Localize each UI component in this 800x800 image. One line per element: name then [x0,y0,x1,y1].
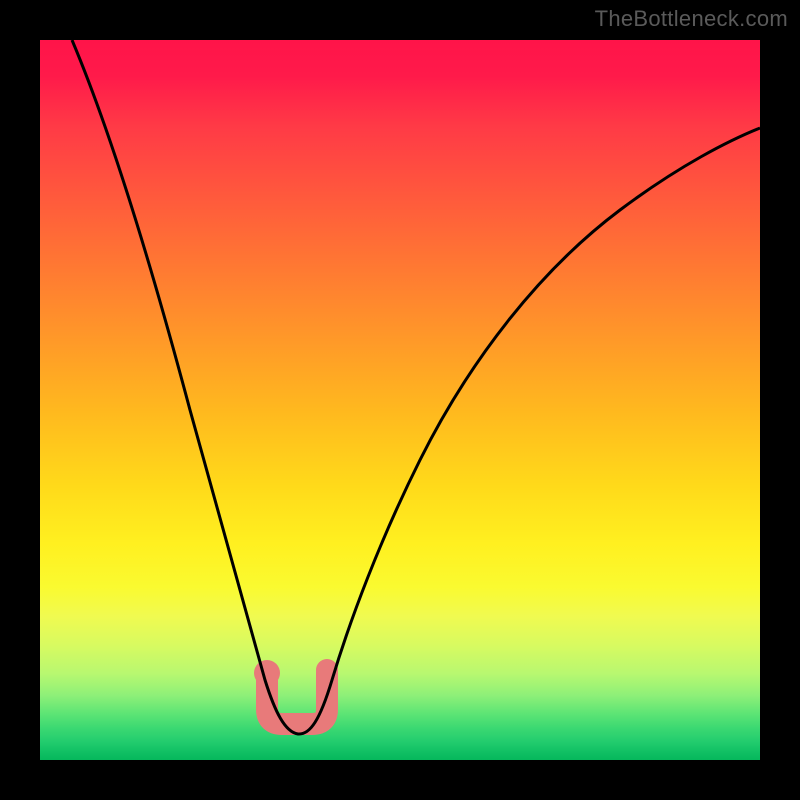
bottleneck-curve [40,40,760,760]
chart-plot-area [40,40,760,760]
watermark-text: TheBottleneck.com [595,6,788,32]
